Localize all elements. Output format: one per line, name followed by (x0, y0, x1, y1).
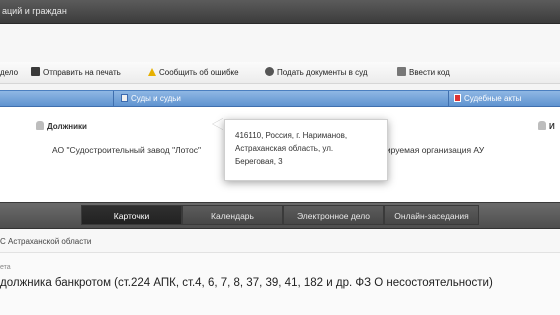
tab-courts-judges[interactable]: Суды и судьи (121, 94, 181, 103)
gear-icon (265, 67, 274, 76)
tooltip-line: Астраханская область, ул. (235, 144, 334, 153)
tooltip-arrow (213, 118, 224, 130)
court-info-row: С Астраханской области (0, 229, 560, 253)
tab-electronic-case[interactable]: Электронное дело (283, 205, 384, 225)
court-acts-label: Судебные акты (464, 94, 522, 103)
right-column-heading: И (538, 121, 555, 131)
case-subject-text: должника банкротом (ст.224 АПК, ст.4, 6,… (0, 277, 493, 289)
debtor-name-link[interactable]: АО "Судостроительный завод "Лотос" (52, 145, 201, 155)
address-tooltip: 416110, Россия, г. Нариманов, Астраханск… (224, 119, 388, 181)
tab-cards[interactable]: Карточки (81, 205, 182, 225)
print-button-label: Отправить на печать (43, 68, 121, 77)
window-title: аций и граждан (2, 6, 67, 16)
debtors-heading-label: Должники (47, 122, 87, 131)
warning-icon (148, 68, 156, 76)
toolbar: дело Отправить на печать Сообщить об оши… (0, 62, 560, 84)
debtors-heading: Должники (36, 121, 87, 131)
pdf-icon (454, 94, 461, 102)
report-error-button[interactable]: Сообщить об ошибке (148, 67, 239, 79)
tab-court-acts[interactable]: Судебные акты (454, 94, 521, 103)
enter-code-label: Ввести код (409, 68, 450, 77)
enter-code-button[interactable]: Ввести код (397, 67, 450, 79)
page: аций и граждан дело Отправить на печать … (0, 0, 560, 315)
section-divider (448, 91, 449, 108)
printer-icon (31, 67, 40, 76)
right-column-heading-label: И (549, 122, 555, 131)
case-subject-label: ета (0, 264, 11, 271)
toolbar-item-case-label: дело (0, 68, 19, 77)
toolbar-item-case[interactable]: дело (0, 67, 18, 79)
court-name: С Астраханской области (0, 237, 92, 246)
submit-documents-button[interactable]: Подать документы в суд (265, 67, 368, 79)
print-button[interactable]: Отправить на печать (31, 67, 121, 79)
case-details: ета должника банкротом (ст.224 АПК, ст.4… (0, 253, 560, 315)
tooltip-line: Береговая, 3 (235, 157, 283, 166)
title-bar: аций и граждан (0, 0, 560, 24)
person-icon (36, 121, 44, 130)
tooltip-line: 416110, Россия, г. Нариманов, (235, 131, 348, 140)
section-divider (113, 91, 114, 108)
key-icon (397, 67, 406, 76)
report-error-label: Сообщить об ошибке (159, 68, 239, 77)
section-bar: Суды и судьи Судебные акты (0, 90, 560, 108)
submit-documents-label: Подать документы в суд (277, 68, 368, 77)
tab-calendar[interactable]: Календарь (182, 205, 283, 225)
person-icon (538, 121, 546, 130)
tab-online-sessions[interactable]: Онлайн-заседания (384, 205, 479, 225)
document-icon (121, 94, 128, 102)
courts-judges-label: Суды и судьи (131, 94, 181, 103)
right-column-text[interactable]: тируемая организация АУ (382, 145, 484, 155)
header-blank-area (0, 24, 560, 62)
